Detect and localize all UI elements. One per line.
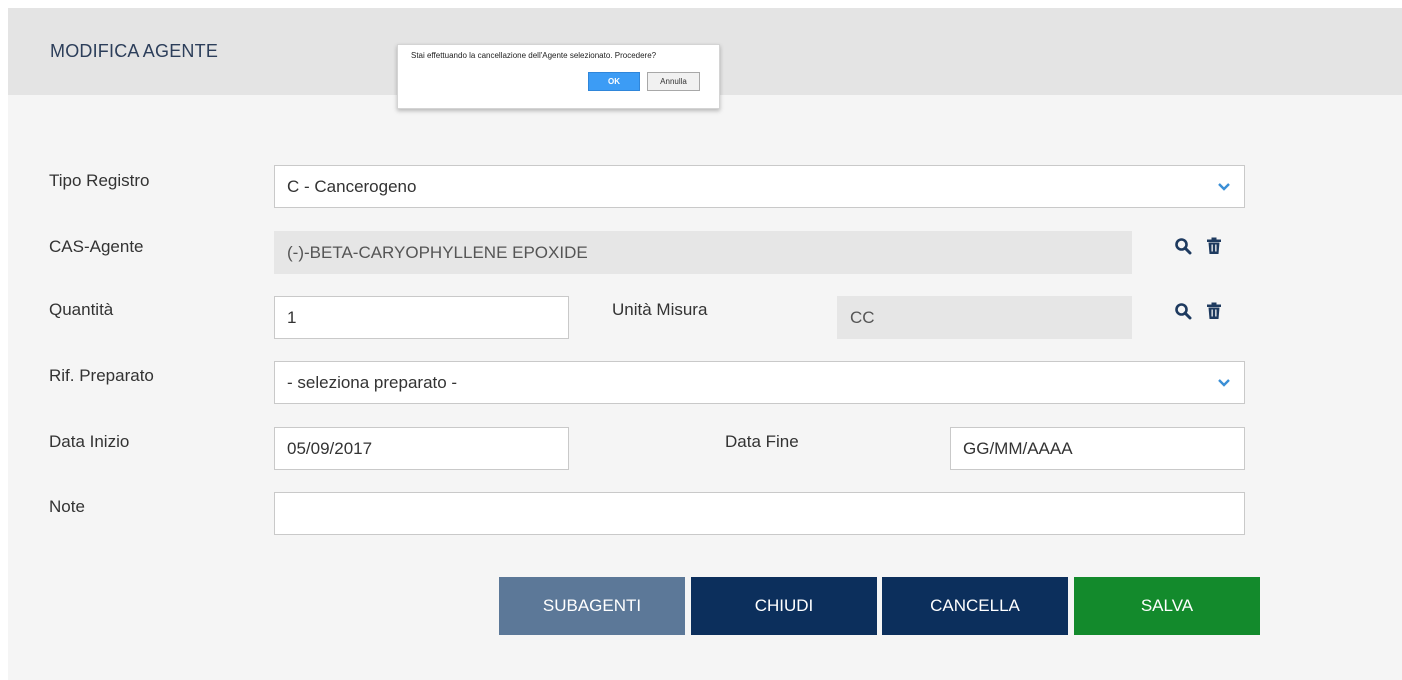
note-label: Note: [49, 497, 85, 516]
trash-icon[interactable]: [1205, 302, 1223, 320]
rif-preparato-select[interactable]: - seleziona preparato -: [274, 361, 1245, 404]
data-fine-label: Data Fine: [725, 432, 799, 451]
note-input[interactable]: [274, 492, 1245, 535]
quantita-label: Quantità: [49, 300, 114, 319]
data-inizio-value: 05/09/2017: [287, 438, 373, 458]
dialog-message: Stai effettuando la cancellazione dell'A…: [411, 51, 657, 60]
chevron-down-icon: [1218, 379, 1230, 387]
cas-agente-field: (-)-BETA-CARYOPHYLLENE EPOXIDE: [274, 231, 1132, 274]
rif-preparato-label: Rif. Preparato: [49, 366, 154, 385]
unita-misura-label: Unità Misura: [612, 300, 708, 319]
tipo-registro-label: Tipo Registro: [49, 171, 150, 190]
subagenti-button[interactable]: SUBAGENTI: [499, 577, 685, 635]
page-title: MODIFICA AGENTE: [50, 41, 219, 61]
tipo-registro-value: C - Cancerogeno: [287, 176, 417, 196]
cas-agente-value: (-)-BETA-CARYOPHYLLENE EPOXIDE: [287, 242, 588, 262]
trash-icon[interactable]: [1205, 237, 1223, 255]
search-icon[interactable]: [1174, 237, 1192, 255]
unita-misura-field: CC: [837, 296, 1132, 339]
data-fine-input[interactable]: GG/MM/AAAA: [950, 427, 1245, 470]
cas-agente-label: CAS-Agente: [49, 237, 144, 256]
rif-preparato-value: - seleziona preparato -: [287, 372, 458, 392]
confirm-dialog: Stai effettuando la cancellazione dell'A…: [397, 44, 720, 109]
data-inizio-label: Data Inizio: [49, 432, 130, 451]
data-fine-value: GG/MM/AAAA: [963, 438, 1073, 458]
dialog-ok-button[interactable]: OK: [588, 72, 640, 91]
search-icon[interactable]: [1174, 302, 1192, 320]
unita-misura-value: CC: [850, 307, 875, 327]
data-inizio-input[interactable]: 05/09/2017: [274, 427, 569, 470]
quantita-input[interactable]: 1: [274, 296, 569, 339]
chiudi-button[interactable]: CHIUDI: [691, 577, 877, 635]
chevron-down-icon: [1218, 183, 1230, 191]
cancella-button[interactable]: CANCELLA: [882, 577, 1068, 635]
salva-button[interactable]: SALVA: [1074, 577, 1260, 635]
quantita-value: 1: [287, 307, 297, 327]
dialog-cancel-button[interactable]: Annulla: [647, 72, 700, 91]
tipo-registro-select[interactable]: C - Cancerogeno: [274, 165, 1245, 208]
